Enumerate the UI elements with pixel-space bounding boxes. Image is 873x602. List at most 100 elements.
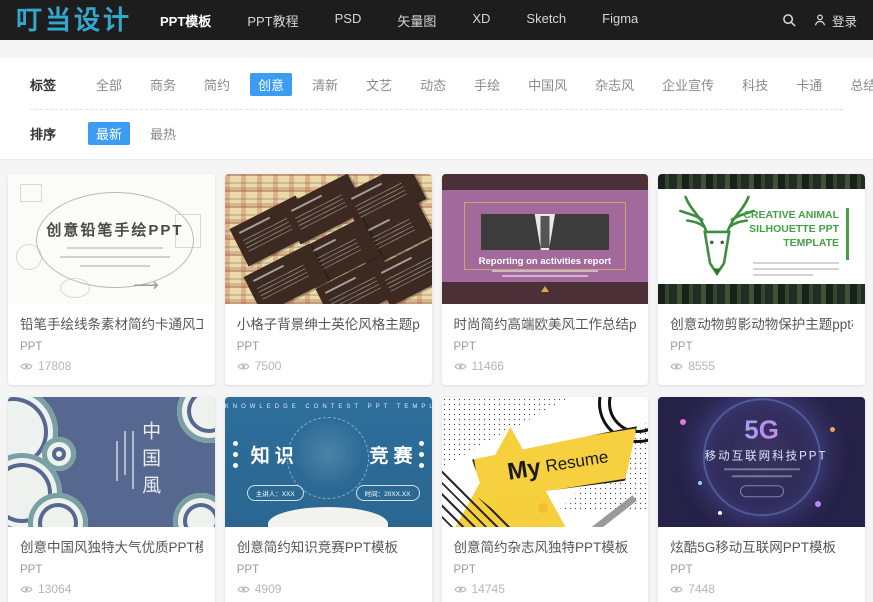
thumbnail-plaid-cards — [225, 174, 432, 304]
header-actions: 登录 — [782, 11, 857, 30]
template-card[interactable]: My Resume 创意简约杂志风独特PPT模板 PPT 14745 — [442, 397, 649, 602]
login-label: 登录 — [832, 11, 857, 30]
slide-title: CREATIVE ANIMAL SILHOUETTE PPT TEMPLATE — [739, 208, 839, 251]
template-card[interactable]: Reporting on activities report 时尚简约高端欧美风… — [442, 174, 649, 385]
template-card[interactable]: 中国風 创意中国风独特大气优质PPT模板 PPT 13064 — [8, 397, 215, 602]
card-category: PPT — [237, 341, 420, 353]
card-category: PPT — [670, 341, 853, 353]
card-category: PPT — [454, 341, 637, 353]
tag-summary-report[interactable]: 总结汇报 — [842, 73, 873, 96]
search-icon[interactable] — [782, 13, 797, 28]
slide-subtitle: KNOWLEDGE CONTEST PPT TEMPLATE — [225, 404, 432, 410]
time-box: 时间：20XX.XX — [356, 485, 420, 501]
card-category: PPT — [237, 564, 420, 576]
nav-ppt-tutorials[interactable]: PPT教程 — [247, 11, 298, 30]
speaker-box: 主讲人：XXX — [247, 485, 304, 501]
slide-title-right: 竞赛 — [369, 441, 417, 468]
card-category: PPT — [454, 564, 637, 576]
slide-title-5g: 5G — [705, 414, 819, 445]
card-category: PPT — [670, 564, 853, 576]
tag-artistic[interactable]: 文艺 — [358, 73, 400, 96]
template-card[interactable]: 小格子背景绅士英伦风格主题ppt模板 PPT 7500 — [225, 174, 432, 385]
view-count: 13064 — [38, 582, 71, 596]
top-navbar: 叮当设计 PPT模板 PPT教程 PSD 矢量图 XD Sketch Figma… — [0, 0, 873, 40]
thumbnail-my-resume: My Resume — [442, 397, 649, 527]
card-title: 创意中国风独特大气优质PPT模板 — [20, 536, 203, 556]
template-card[interactable]: 创意铅笔手绘PPT ⟶ 铅笔手绘线条素材简约卡通风工作汇... PPT 1780… — [8, 174, 215, 385]
thumbnail-chinese-style: 中国風 — [8, 397, 215, 527]
slide-title-word2: Resume — [544, 447, 610, 477]
template-grid: 创意铅笔手绘PPT ⟶ 铅笔手绘线条素材简约卡通风工作汇... PPT 1780… — [0, 160, 873, 602]
card-title: 炫酷5G移动互联网PPT模板 — [670, 536, 853, 556]
tag-all[interactable]: 全部 — [88, 73, 130, 96]
sort-hottest[interactable]: 最热 — [142, 122, 184, 145]
thumbnail-activities-report: Reporting on activities report — [442, 174, 649, 304]
tags-label: 标签 — [30, 75, 88, 94]
template-card[interactable]: 5G 移动互联网科技PPT 炫酷5G移动互联网PPT模板 PPT 7448 — [658, 397, 865, 602]
thumbnail-pencil-sketch: 创意铅笔手绘PPT ⟶ — [8, 174, 215, 304]
tag-creative[interactable]: 创意 — [250, 73, 292, 96]
eye-icon — [454, 362, 467, 371]
template-card[interactable]: KNOWLEDGE CONTEST PPT TEMPLATE 知识 竞赛 主讲人… — [225, 397, 432, 602]
nav-ppt-templates[interactable]: PPT模板 — [160, 11, 211, 30]
tag-magazine[interactable]: 杂志风 — [587, 73, 642, 96]
card-title: 创意动物剪影动物保护主题ppt模板 — [670, 313, 853, 333]
view-count: 14745 — [472, 582, 505, 596]
tag-handdrawn[interactable]: 手绘 — [466, 73, 508, 96]
view-count: 4909 — [255, 582, 282, 596]
view-count: 7500 — [255, 359, 282, 373]
user-icon — [813, 13, 828, 28]
slide-title-word1: My — [505, 454, 542, 487]
nav-sketch[interactable]: Sketch — [526, 11, 566, 30]
arrow-doodle: ⟶ — [133, 275, 159, 296]
tag-cartoon[interactable]: 卡通 — [788, 73, 830, 96]
eye-icon — [454, 585, 467, 594]
eye-icon — [20, 362, 33, 371]
nav-xd[interactable]: XD — [472, 11, 490, 30]
tag-chinese-style[interactable]: 中国风 — [520, 73, 575, 96]
sort-label: 排序 — [30, 124, 88, 143]
template-card[interactable]: CREATIVE ANIMAL SILHOUETTE PPT TEMPLATE … — [658, 174, 865, 385]
thumbnail-5g-tech: 5G 移动互联网科技PPT — [658, 397, 865, 527]
sort-chips: 最新 最热 — [88, 122, 196, 145]
view-count: 8555 — [688, 359, 715, 373]
card-category: PPT — [20, 564, 203, 576]
view-count: 11466 — [472, 359, 504, 373]
nav-figma[interactable]: Figma — [602, 11, 638, 30]
login-button[interactable]: 登录 — [813, 11, 857, 30]
slide-title: 中国風 — [136, 421, 163, 502]
view-count: 7448 — [688, 582, 715, 596]
card-title: 铅笔手绘线条素材简约卡通风工作汇... — [20, 313, 203, 333]
tag-dynamic[interactable]: 动态 — [412, 73, 454, 96]
eye-icon — [20, 585, 33, 594]
tag-chips: 全部 商务 简约 创意 清新 文艺 动态 手绘 中国风 杂志风 企业宣传 科技 … — [88, 73, 873, 96]
tag-fresh[interactable]: 清新 — [304, 73, 346, 96]
eye-icon — [237, 362, 250, 371]
tag-business[interactable]: 商务 — [142, 73, 184, 96]
card-title: 时尚简约高端欧美风工作总结ppt模板 — [454, 313, 637, 333]
tag-corporate[interactable]: 企业宣传 — [654, 73, 722, 96]
slide-title-left: 知识 — [251, 441, 299, 468]
filter-panel: 标签 全部 商务 简约 创意 清新 文艺 动态 手绘 中国风 杂志风 企业宣传 … — [0, 58, 873, 160]
thumbnail-animal-silhouette: CREATIVE ANIMAL SILHOUETTE PPT TEMPLATE — [658, 174, 865, 304]
card-title: 创意简约杂志风独特PPT模板 — [454, 536, 637, 556]
sort-row: 排序 最新 最热 — [30, 110, 843, 159]
slide-title: Reporting on activities report — [442, 256, 649, 267]
sort-newest[interactable]: 最新 — [88, 122, 130, 145]
card-title: 小格子背景绅士英伦风格主题ppt模板 — [237, 313, 420, 333]
main-nav: PPT模板 PPT教程 PSD 矢量图 XD Sketch Figma — [160, 11, 638, 30]
card-title: 创意简约知识竞赛PPT模板 — [237, 536, 420, 556]
site-logo[interactable]: 叮当设计 — [16, 0, 132, 40]
slide-title: 移动互联网科技PPT — [705, 447, 819, 463]
nav-vector[interactable]: 矢量图 — [397, 11, 436, 30]
tags-row: 标签 全部 商务 简约 创意 清新 文艺 动态 手绘 中国风 杂志风 企业宣传 … — [30, 58, 843, 110]
view-count: 17808 — [38, 359, 71, 373]
tag-tech[interactable]: 科技 — [734, 73, 776, 96]
eye-icon — [670, 585, 683, 594]
slide-title: 创意铅笔手绘PPT — [37, 219, 193, 240]
thumbnail-knowledge-contest: KNOWLEDGE CONTEST PPT TEMPLATE 知识 竞赛 主讲人… — [225, 397, 432, 527]
eye-icon — [237, 585, 250, 594]
tag-simple[interactable]: 简约 — [196, 73, 238, 96]
nav-psd[interactable]: PSD — [335, 11, 362, 30]
eye-icon — [670, 362, 683, 371]
